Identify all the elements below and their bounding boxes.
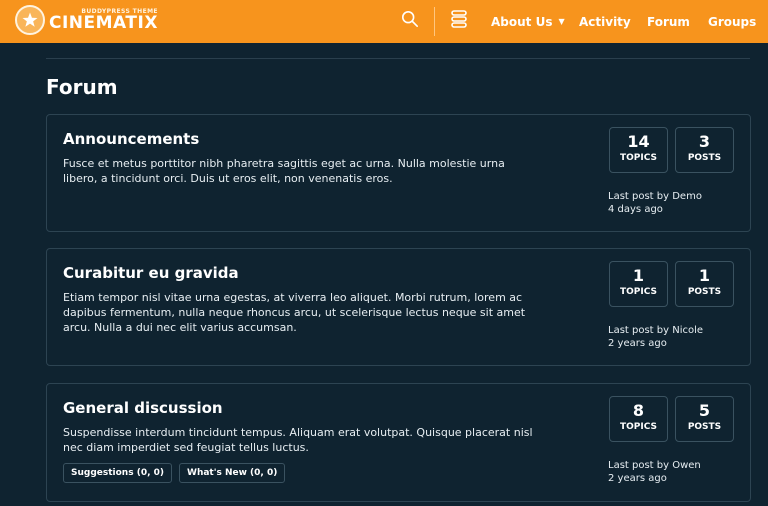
site-logo[interactable]: BUDDYPRESS THEME CINEMATIX: [15, 5, 158, 35]
posts-label: POSTS: [687, 422, 722, 432]
chevron-down-icon: ▼: [558, 17, 565, 26]
forum-title-link[interactable]: Curabitur eu gravida: [63, 264, 239, 282]
posts-count-box: 1 POSTS: [675, 261, 734, 307]
nav-forum-label: Forum: [647, 14, 690, 29]
topics-count: 14: [627, 132, 650, 151]
topics-count-box: 1 TOPICS: [609, 261, 668, 307]
nav-about-us[interactable]: About Us ▼: [491, 0, 565, 43]
forum-card: Announcements Fusce et metus porttitor n…: [46, 114, 751, 232]
forum-description: Suspendisse interdum tincidunt tempus. A…: [63, 426, 533, 454]
breadcrumb-divider: [46, 58, 750, 59]
topics-count: 1: [632, 266, 645, 285]
forum-card: Curabitur eu gravida Etiam tempor nisl v…: [46, 248, 751, 366]
topics-count-box: 14 TOPICS: [609, 127, 668, 173]
last-post-time[interactable]: 2 years ago: [608, 337, 703, 350]
topics-count: 8: [632, 401, 645, 420]
nav-activity[interactable]: Activity: [579, 0, 631, 43]
header-divider: [434, 7, 435, 36]
posts-label: POSTS: [687, 287, 722, 297]
last-post-author[interactable]: Last post by Demo: [608, 190, 702, 203]
nav-about-us-label: About Us: [491, 14, 553, 29]
last-post-info: Last post by Nicole 2 years ago: [608, 324, 703, 350]
nav-forum[interactable]: Forum: [647, 0, 690, 43]
topics-label: TOPICS: [620, 422, 657, 432]
posts-count: 3: [698, 132, 711, 151]
nav-groups[interactable]: Groups: [708, 0, 756, 43]
menu-panel-icon[interactable]: [448, 8, 470, 30]
site-header: BUDDYPRESS THEME CINEMATIX About Us ▼ Ac…: [0, 0, 768, 43]
page-title: Forum: [46, 75, 118, 99]
nav-activity-label: Activity: [579, 14, 631, 29]
search-icon[interactable]: [399, 8, 421, 30]
last-post-author[interactable]: Last post by Owen: [608, 459, 701, 472]
nav-groups-label: Groups: [708, 14, 757, 29]
logo-text: BUDDYPRESS THEME CINEMATIX: [49, 8, 158, 33]
logo-wordmark: CINEMATIX: [49, 12, 158, 33]
subforum-list: Suggestions (0, 0) What's New (0, 0): [63, 463, 286, 483]
subforum-tag[interactable]: What's New (0, 0): [179, 463, 286, 483]
topics-label: TOPICS: [620, 287, 657, 297]
forum-title-link[interactable]: Announcements: [63, 130, 199, 148]
posts-label: POSTS: [687, 153, 722, 163]
last-post-time[interactable]: 4 days ago: [608, 203, 702, 216]
posts-count: 1: [698, 266, 711, 285]
star-logo-icon: [15, 5, 45, 35]
subforum-tag[interactable]: Suggestions (0, 0): [63, 463, 173, 483]
forum-description: Fusce et metus porttitor nibh pharetra s…: [63, 157, 505, 185]
forum-description: Etiam tempor nisl vitae urna egestas, at…: [63, 291, 526, 334]
forum-card: General discussion Suspendisse interdum …: [46, 383, 751, 502]
posts-count-box: 3 POSTS: [675, 127, 734, 173]
posts-count-box: 5 POSTS: [675, 396, 734, 442]
forum-title-link[interactable]: General discussion: [63, 399, 223, 417]
topics-label: TOPICS: [620, 153, 657, 163]
last-post-info: Last post by Owen 2 years ago: [608, 459, 701, 485]
topics-count-box: 8 TOPICS: [609, 396, 668, 442]
last-post-info: Last post by Demo 4 days ago: [608, 190, 702, 216]
last-post-author[interactable]: Last post by Nicole: [608, 324, 703, 337]
posts-count: 5: [698, 401, 711, 420]
last-post-time[interactable]: 2 years ago: [608, 472, 701, 485]
